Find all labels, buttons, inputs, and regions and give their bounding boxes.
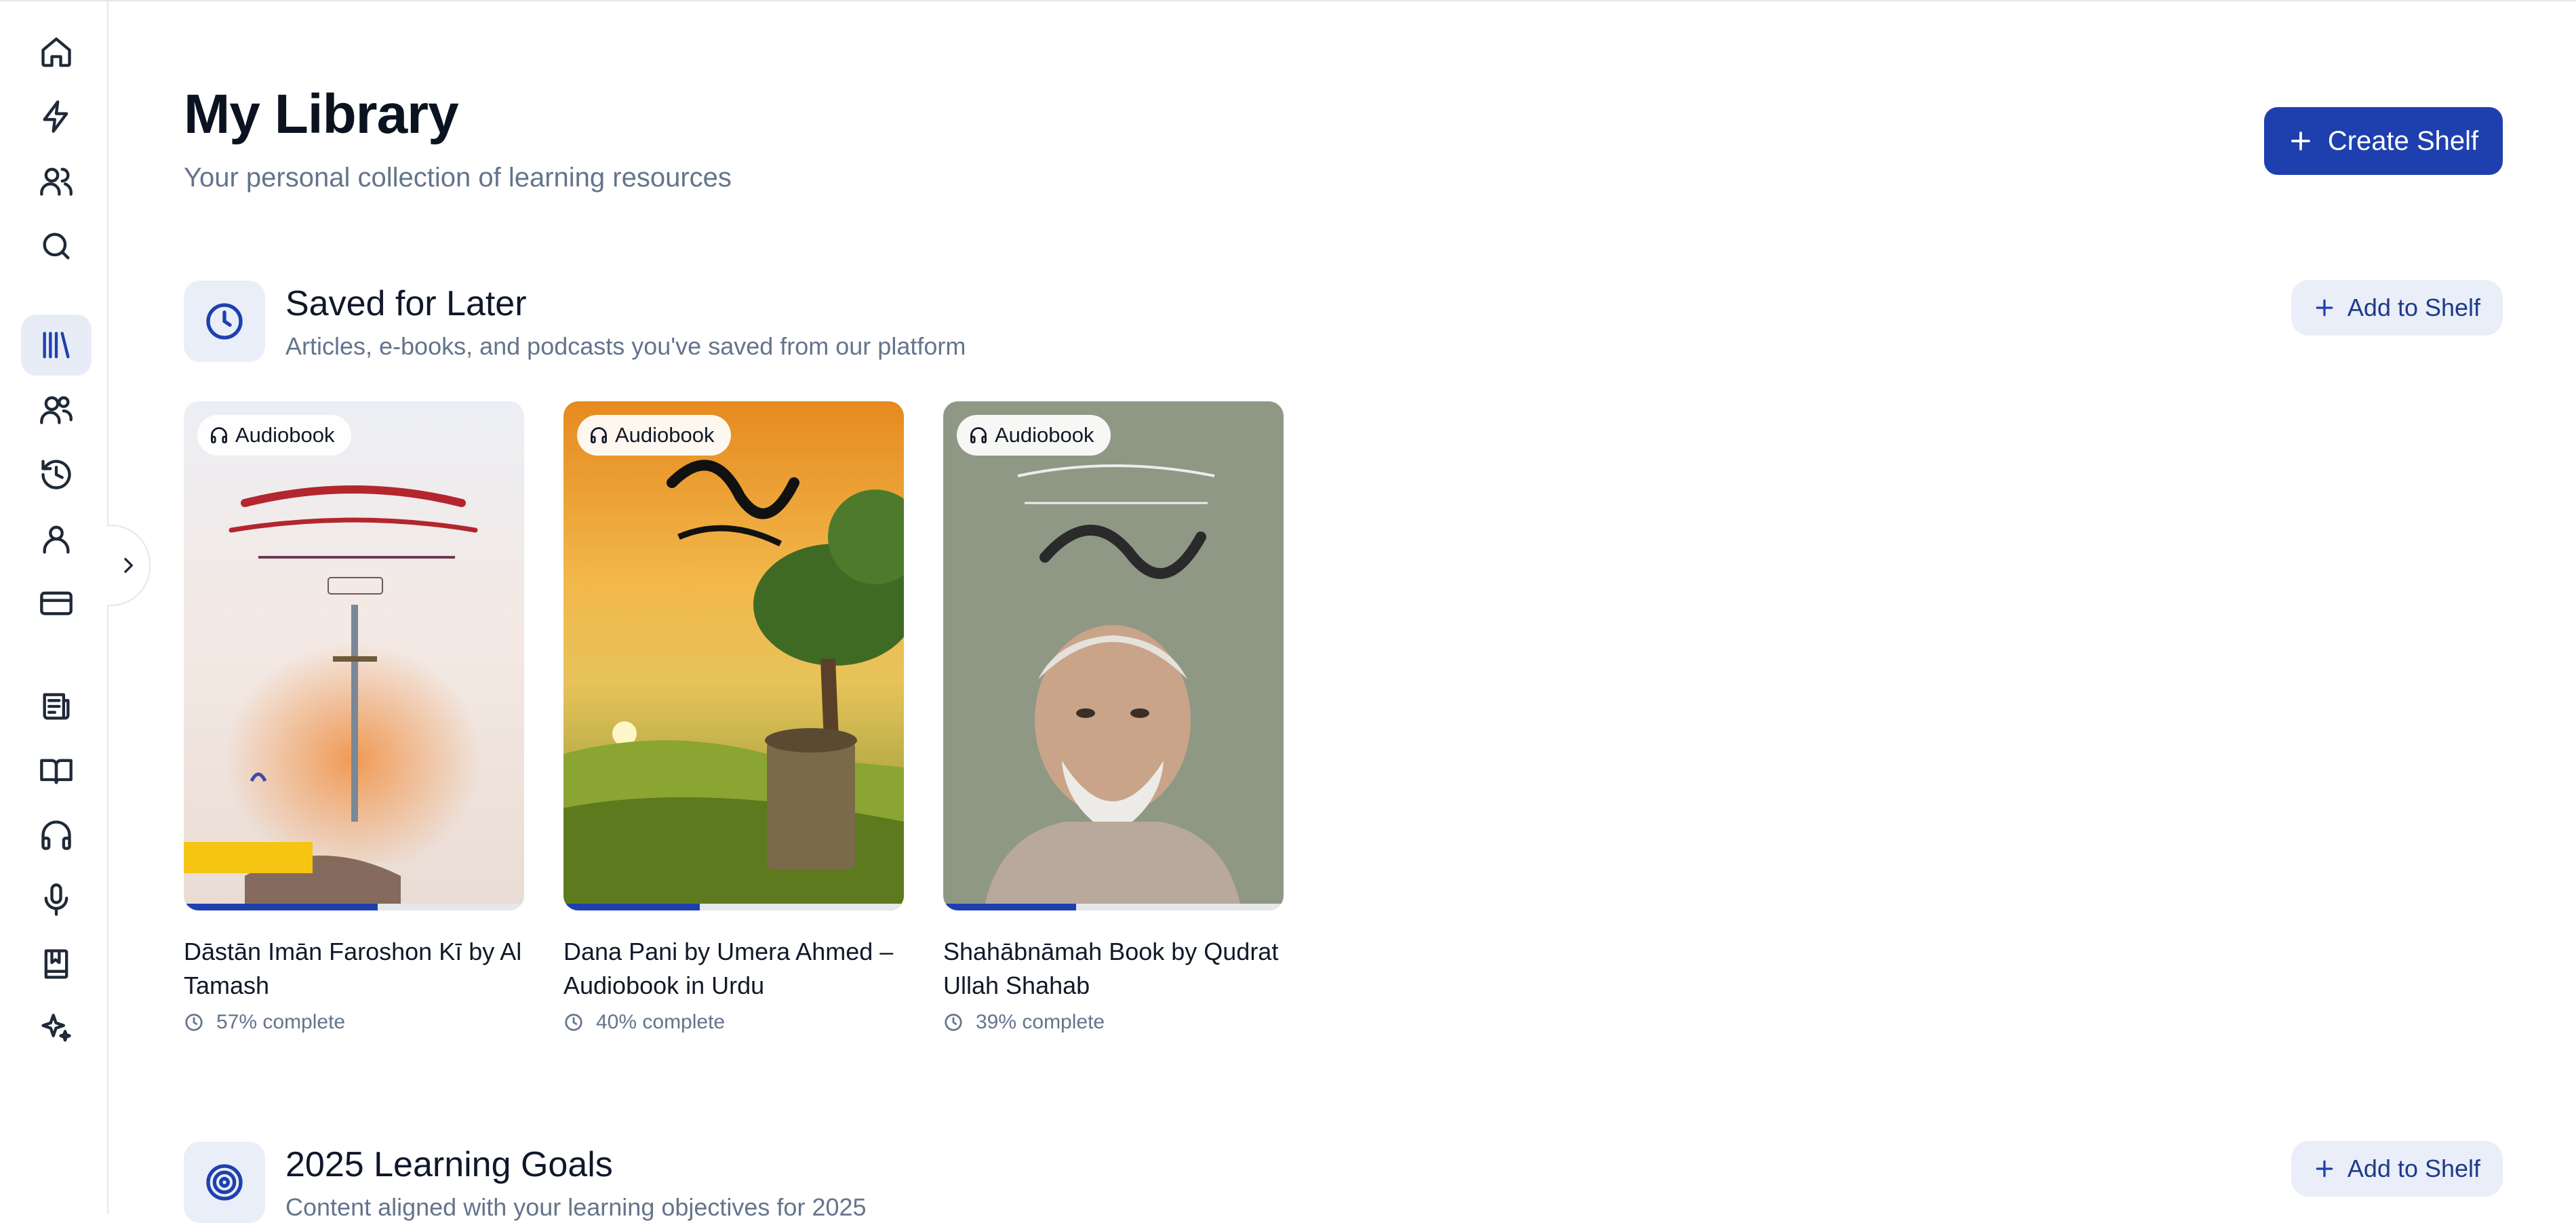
headphones-icon[interactable] (21, 805, 92, 866)
card-progress-meta: 39% complete (943, 1011, 1284, 1034)
profile-icon[interactable] (21, 508, 92, 569)
plus-icon (2316, 1160, 2333, 1178)
progress-text: 39% complete (976, 1011, 1105, 1033)
clock-icon (185, 1014, 203, 1031)
card-progress-meta: 57% complete (184, 1011, 524, 1034)
home-icon[interactable] (21, 22, 92, 83)
progress-fill (184, 904, 378, 910)
add-to-shelf-button[interactable]: Add to Shelf (2291, 280, 2503, 336)
newspaper-icon[interactable] (21, 676, 92, 737)
cover-image (943, 401, 1284, 910)
library-item-card[interactable]: Audiobook Dāstān Imān Faroshon Kī by Al … (184, 401, 524, 1034)
lightning-icon[interactable] (21, 86, 92, 147)
chevron-right-icon (124, 558, 133, 573)
community-icon[interactable] (21, 379, 92, 440)
page-subtitle: Your personal collection of learning res… (184, 163, 732, 193)
headphones-icon (591, 427, 607, 443)
card-title[interactable]: Shahābnāmah Book by Qudrat Ullah Shahab (943, 935, 1284, 1003)
section-description: Content aligned with your learning objec… (285, 1193, 867, 1221)
progress-text: 40% complete (596, 1011, 726, 1033)
plus-icon (2316, 299, 2333, 317)
create-shelf-label: Create Shelf (2327, 125, 2479, 156)
progress-fill (943, 904, 1076, 910)
top-border (0, 0, 2576, 1)
section-title: Saved for Later (285, 284, 527, 323)
add-to-shelf-label: Add to Shelf (2347, 294, 2481, 321)
add-to-shelf-label: Add to Shelf (2347, 1155, 2481, 1182)
clock-icon (945, 1014, 962, 1031)
section-clock-badge (184, 281, 265, 362)
page-title: My Library (184, 83, 459, 145)
book-open-icon[interactable] (21, 740, 92, 801)
card-title[interactable]: Dāstān Imān Faroshon Kī by Al Tamash (184, 935, 524, 1003)
clock-icon (206, 303, 243, 340)
history-icon[interactable] (21, 444, 92, 505)
clock-icon (565, 1014, 582, 1031)
add-to-shelf-button[interactable]: Add to Shelf (2291, 1141, 2503, 1197)
progress-fill (563, 904, 700, 910)
cover-image (563, 401, 904, 910)
sidebar-expand-button[interactable] (107, 525, 151, 606)
library-item-card[interactable]: Audiobook Dana Pani by Umera Ahmed – Aud… (563, 401, 904, 1034)
headphones-icon (970, 427, 987, 443)
card-title[interactable]: Dana Pani by Umera Ahmed – Audiobook in … (563, 935, 904, 1003)
section-description: Articles, e-books, and podcasts you've s… (285, 332, 966, 360)
book-cover[interactable]: Audiobook (563, 401, 904, 910)
type-label: Audiobook (995, 423, 1094, 447)
progress-bar (184, 904, 524, 910)
progress-text: 57% complete (216, 1011, 346, 1033)
library-item-card[interactable]: Audiobook Shahābnāmah Book by Qudrat Ull… (943, 401, 1284, 1034)
card-progress-meta: 40% complete (563, 1011, 904, 1034)
target-icon (206, 1164, 243, 1201)
book-cover[interactable]: Audiobook (184, 401, 524, 910)
type-badge: Audiobook (577, 415, 731, 456)
type-label: Audiobook (235, 423, 335, 447)
type-badge: Audiobook (957, 415, 1111, 456)
progress-bar (943, 904, 1284, 910)
cover-image (184, 401, 524, 910)
create-shelf-button[interactable]: Create Shelf (2264, 107, 2503, 175)
microphone-icon[interactable] (21, 869, 92, 930)
type-label: Audiobook (615, 423, 715, 447)
book-cover[interactable]: Audiobook (943, 401, 1284, 910)
section-target-badge (184, 1142, 265, 1223)
users-icon[interactable] (21, 151, 92, 212)
sparkles-icon[interactable] (21, 998, 92, 1059)
type-badge: Audiobook (197, 415, 351, 456)
progress-bar (563, 904, 904, 910)
search-icon[interactable] (21, 216, 92, 277)
headphones-icon (211, 427, 227, 443)
plus-icon (2291, 132, 2310, 151)
section-title: 2025 Learning Goals (285, 1145, 613, 1184)
sidebar (0, 1, 108, 1214)
library-icon[interactable] (21, 315, 92, 376)
notebook-icon[interactable] (21, 934, 92, 995)
credit-card-icon[interactable] (21, 573, 92, 634)
